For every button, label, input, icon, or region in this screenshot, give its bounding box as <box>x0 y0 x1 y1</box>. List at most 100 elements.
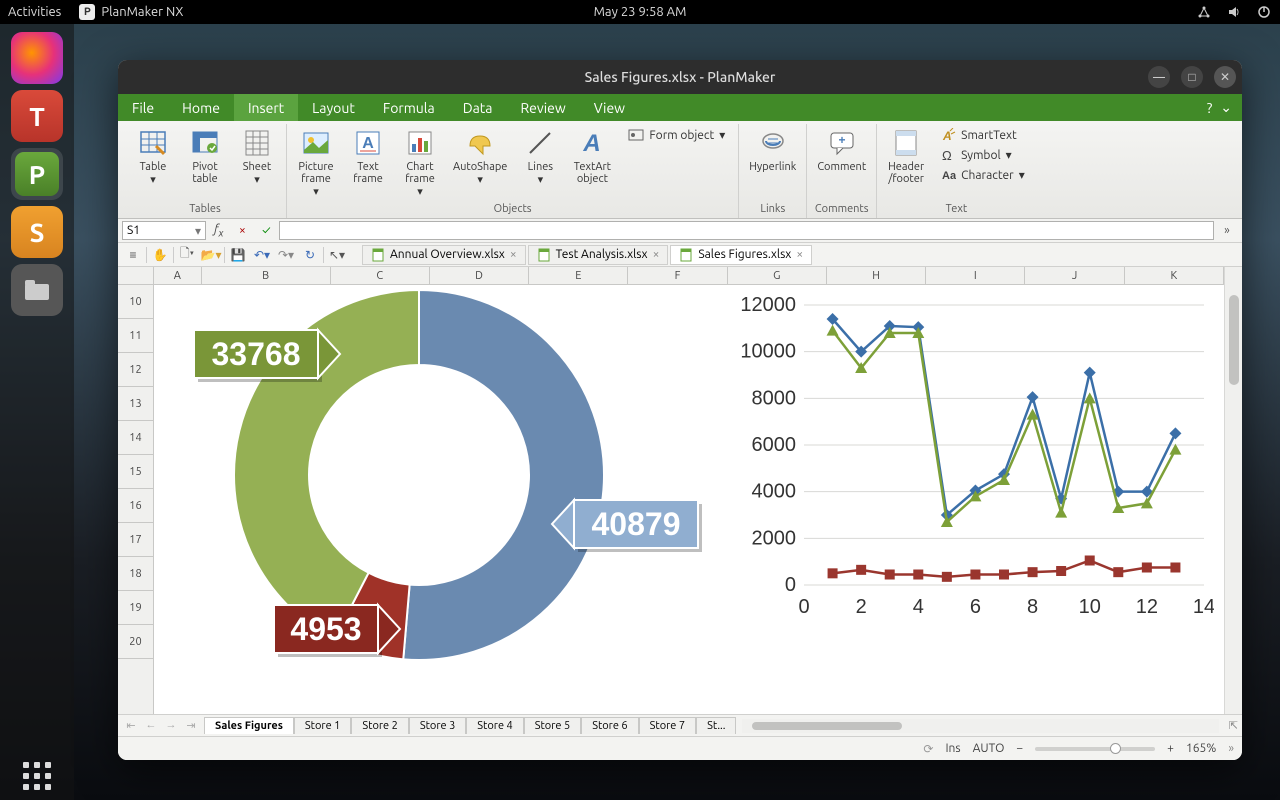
col-F[interactable]: F <box>628 267 727 284</box>
dock-apps-button[interactable] <box>0 762 74 790</box>
sheet-tab-store3[interactable]: Store 3 <box>409 717 466 734</box>
pointer-icon[interactable]: ↖▾ <box>326 245 348 265</box>
col-E[interactable]: E <box>529 267 628 284</box>
redo-icon[interactable]: ↷▾ <box>275 245 297 265</box>
window-titlebar[interactable]: Sales Figures.xlsx - PlanMaker — □ ✕ <box>118 60 1242 94</box>
repeat-icon[interactable]: ↻ <box>299 245 321 265</box>
col-J[interactable]: J <box>1025 267 1124 284</box>
sheet-tab-salesfigures[interactable]: Sales Figures <box>204 717 294 734</box>
ribbon-smarttext-button[interactable]: ASmartText <box>935 126 1030 144</box>
col-B[interactable]: B <box>202 267 331 284</box>
network-icon[interactable] <box>1196 4 1212 20</box>
filetab-sales[interactable]: Sales Figures.xlsx× <box>670 245 812 265</box>
menu-view[interactable]: View <box>580 94 639 121</box>
sheet-tab-store7[interactable]: Store 7 <box>639 717 696 734</box>
ribbon-sheet-button[interactable]: Sheet▾ <box>232 124 282 189</box>
sheet-tab-store2[interactable]: Store 2 <box>351 717 408 734</box>
sheet-tab-store1[interactable]: Store 1 <box>294 717 351 734</box>
dock-firefox[interactable] <box>11 32 63 84</box>
open-icon[interactable]: 📂▾ <box>200 245 222 265</box>
row-15[interactable]: 15 <box>118 455 153 489</box>
window-minimize-button[interactable]: — <box>1148 66 1170 88</box>
ribbon-hyperlink-button[interactable]: Hyperlink <box>743 124 802 176</box>
menu-formula[interactable]: Formula <box>369 94 449 121</box>
ribbon-lines-button[interactable]: Lines▾ <box>515 124 565 189</box>
close-icon[interactable]: × <box>510 248 517 261</box>
row-11[interactable]: 11 <box>118 319 153 353</box>
ribbon-comment-button[interactable]: +Comment <box>811 124 872 176</box>
vertical-scrollbar[interactable] <box>1224 267 1242 714</box>
close-icon[interactable]: × <box>653 248 660 261</box>
menu-review[interactable]: Review <box>506 94 579 121</box>
ribbon-autoshape-button[interactable]: AutoShape▾ <box>447 124 513 189</box>
row-20[interactable]: 20 <box>118 625 153 659</box>
col-A[interactable]: A <box>154 267 202 284</box>
status-ins[interactable]: Ins <box>945 742 960 755</box>
ribbon-pivot-button[interactable]: Pivot table <box>180 124 230 188</box>
ribbon-textframe-button[interactable]: AText frame <box>343 124 393 188</box>
sheet-tabs-expand-icon[interactable]: ⇱ <box>1225 719 1242 732</box>
formula-input[interactable] <box>279 221 1214 240</box>
row-19[interactable]: 19 <box>118 591 153 625</box>
cell-reference-box[interactable]: S1▾ <box>122 221 206 240</box>
menu-help-icon[interactable]: ? <box>1207 100 1212 116</box>
row-16[interactable]: 16 <box>118 489 153 523</box>
window-close-button[interactable]: ✕ <box>1214 66 1236 88</box>
row-18[interactable]: 18 <box>118 557 153 591</box>
status-expand-icon[interactable]: » <box>1228 742 1234 755</box>
clock[interactable]: May 23 9:58 AM <box>594 5 687 19</box>
ribbon-character-button[interactable]: AaCharacter ▾ <box>935 166 1030 184</box>
menu-layout[interactable]: Layout <box>298 94 369 121</box>
app-menu[interactable]: P PlanMaker NX <box>79 4 183 20</box>
formula-cancel-icon[interactable]: × <box>231 221 253 241</box>
row-headers[interactable]: 10 11 12 13 14 15 16 17 18 19 20 <box>118 285 154 714</box>
ribbon-chartframe-button[interactable]: Chart frame ▾ <box>395 124 445 201</box>
formula-accept-icon[interactable]: ✓ <box>255 221 277 241</box>
col-D[interactable]: D <box>430 267 529 284</box>
menu-home[interactable]: Home <box>168 94 234 121</box>
close-icon[interactable]: × <box>796 248 803 261</box>
align-icon[interactable]: ≡ <box>122 245 144 265</box>
row-14[interactable]: 14 <box>118 421 153 455</box>
status-sync-icon[interactable]: ⟳ <box>923 742 933 756</box>
sheet-tab-store5[interactable]: Store 5 <box>524 717 581 734</box>
col-I[interactable]: I <box>926 267 1025 284</box>
formula-expand-icon[interactable]: » <box>1216 221 1238 241</box>
dock-textmaker[interactable]: T <box>11 90 63 142</box>
save-icon[interactable]: 💾 <box>227 245 249 265</box>
activities-button[interactable]: Activities <box>8 5 61 19</box>
sheet-tab-store6[interactable]: Store 6 <box>581 717 638 734</box>
column-headers[interactable]: A B C D E F G H I J K <box>154 267 1224 285</box>
menu-insert[interactable]: Insert <box>234 94 298 121</box>
zoom-level[interactable]: 165% <box>1186 742 1216 755</box>
zoom-in-button[interactable]: + <box>1167 742 1174 755</box>
row-12[interactable]: 12 <box>118 353 153 387</box>
ribbon-textart-button[interactable]: ATextArt object <box>567 124 617 188</box>
row-13[interactable]: 13 <box>118 387 153 421</box>
undo-icon[interactable]: ↶▾ <box>251 245 273 265</box>
ribbon-symbol-button[interactable]: ΩSymbol ▾ <box>935 146 1030 164</box>
window-maximize-button[interactable]: □ <box>1181 66 1203 88</box>
volume-icon[interactable] <box>1226 4 1242 20</box>
col-G[interactable]: G <box>728 267 827 284</box>
ribbon-header-button[interactable]: Header /footer <box>881 124 931 188</box>
dock-files[interactable] <box>11 264 63 316</box>
ribbon-table-button[interactable]: Table▾ <box>128 124 178 189</box>
status-auto[interactable]: AUTO <box>973 742 1005 755</box>
col-C[interactable]: C <box>331 267 430 284</box>
row-10[interactable]: 10 <box>118 285 153 319</box>
sheet-tab-more[interactable]: St... <box>696 717 736 734</box>
power-icon[interactable] <box>1256 4 1272 20</box>
dock-presentations[interactable]: S <box>11 206 63 258</box>
sheet-tab-store4[interactable]: Store 4 <box>466 717 523 734</box>
new-icon[interactable]: 🗋▾ <box>176 245 198 265</box>
chart-canvas[interactable]: 3376840879495302000400060008000100001200… <box>154 285 1224 714</box>
zoom-slider[interactable] <box>1035 747 1155 751</box>
ribbon-picture-button[interactable]: Picture frame ▾ <box>291 124 341 201</box>
menu-collapse-icon[interactable]: ⌄ <box>1220 99 1232 116</box>
row-17[interactable]: 17 <box>118 523 153 557</box>
zoom-out-button[interactable]: − <box>1016 742 1023 755</box>
col-H[interactable]: H <box>827 267 926 284</box>
horizontal-scrollbar[interactable] <box>742 719 1218 733</box>
menu-data[interactable]: Data <box>449 94 507 121</box>
